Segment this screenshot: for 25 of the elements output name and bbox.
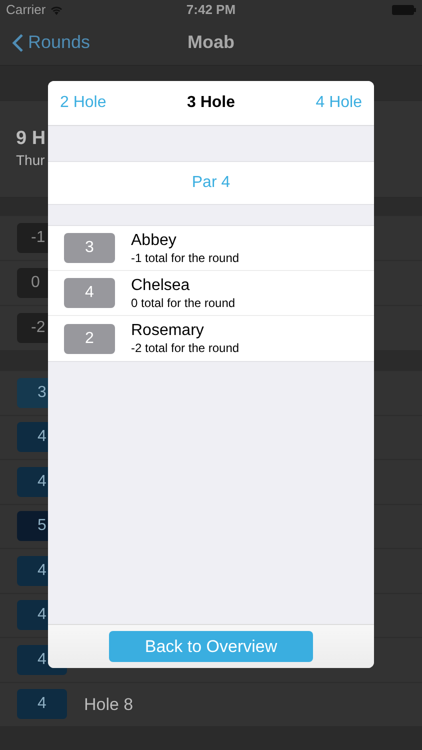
previous-hole-button[interactable]: 2 Hole (60, 91, 106, 115)
player-score-badge: 2 (64, 324, 115, 354)
player-total: 0 total for the round (131, 296, 236, 310)
hole-score-badge: 4 (17, 689, 67, 720)
chevron-left-icon (12, 32, 24, 52)
player-total: -1 total for the round (131, 250, 240, 266)
player-name: Rosemary (131, 321, 205, 341)
back-button[interactable]: Rounds (12, 29, 90, 56)
back-to-overview-button[interactable]: Back to Overview (109, 631, 313, 662)
status-time: 7:42 PM (186, 1, 236, 20)
battery-icon (392, 5, 416, 15)
round-date: Thur (16, 151, 46, 170)
nav-title: Moab (188, 31, 234, 54)
par-label: Par 4 (192, 173, 230, 193)
player-total: -2 total for the round (131, 341, 240, 356)
modal-title: 3 Hole (186, 93, 235, 113)
player-score-badge: 4 (64, 278, 115, 308)
wifi-icon (50, 5, 63, 15)
next-hole-button[interactable]: 4 Hole (316, 91, 362, 115)
player-name: Abbey (131, 230, 178, 250)
player-score-badge: 3 (64, 233, 115, 263)
player-name: Chelsea (131, 276, 191, 296)
round-title: 9 H (16, 126, 47, 150)
hole-label: Hole 8 (84, 694, 134, 716)
carrier-label: Carrier (6, 1, 46, 20)
